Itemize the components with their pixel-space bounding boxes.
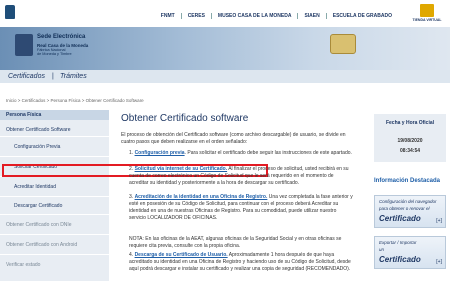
sidebar-head: Persona Física: [0, 110, 109, 120]
intro-text: El proceso de obtención del Certificado …: [121, 132, 346, 145]
step-1-text: . Para solicitar el certificado debe seg…: [184, 150, 352, 156]
card1-line3: Certificado: [379, 214, 421, 223]
smartcard-chip-icon: [330, 34, 356, 54]
step-1-link[interactable]: Configuración previa: [135, 150, 185, 156]
nav-fnmt[interactable]: FNMT: [155, 13, 182, 19]
divider: [0, 214, 109, 215]
step-1: 1. Configuración previa. Para solicitar …: [121, 150, 353, 157]
divider: [0, 136, 109, 137]
export-import-card[interactable]: Exportar / Importar un Certificado [+]: [374, 236, 446, 269]
step-4: 4. Descarga de su Certificado de Usuario…: [121, 252, 353, 273]
top-bar: FNMT CERES MUSEO CASA DE LA MONEDA SIAEN…: [0, 0, 450, 27]
sidebar-item-acreditar[interactable]: Acreditar Identidad: [0, 184, 109, 190]
card2-line3: Certificado: [379, 255, 421, 264]
page-title: Obtener Certificado software: [121, 113, 249, 124]
date-label: Fecha y Hora Oficial: [385, 120, 435, 126]
nav-ceres[interactable]: CERES: [182, 13, 212, 19]
divider: [0, 156, 109, 157]
nav-museo[interactable]: MUSEO CASA DE LA MONEDA: [212, 13, 299, 19]
expand-icon: [+]: [436, 259, 442, 265]
divider: [0, 254, 109, 255]
step-3-link[interactable]: Acreditación de la identidad en una Ofic…: [135, 194, 268, 200]
time-value: 08:34:54: [399, 148, 420, 154]
step-2-link[interactable]: Solicitud vía internet de su Certificado…: [135, 166, 228, 172]
sidebar: Persona Física Obtener Certificado Softw…: [0, 110, 109, 281]
brand-title: Sede Electrónica: [37, 34, 86, 40]
menu-separator: |: [52, 73, 54, 80]
card2-line2: un: [379, 247, 385, 252]
sidebar-item-dnie[interactable]: Obtener Certificado con DNIe: [0, 222, 109, 228]
crown-logo-icon[interactable]: [5, 5, 15, 19]
menu-tramites[interactable]: Trámites: [60, 73, 87, 80]
breadcrumb[interactable]: Inicio > Certificados > Persona Física >…: [6, 98, 144, 103]
tienda-label: TIENDA VIRTUAL: [412, 18, 442, 22]
card1-line1: Configuración del navegador: [379, 199, 437, 204]
card2-line1: Exportar / Importar: [379, 240, 417, 245]
destacada-title: Información Destacada: [374, 178, 441, 184]
main-menu: Certificados | Trámites: [0, 70, 450, 83]
top-nav: FNMT CERES MUSEO CASA DE LA MONEDA SIAEN…: [155, 13, 398, 19]
step-2: 2. Solicitud vía internet de su Certific…: [121, 166, 353, 187]
divider: [0, 234, 109, 235]
expand-icon: [+]: [436, 218, 442, 224]
note-text: NOTA: En las oficinas de la AEAT, alguna…: [129, 236, 342, 249]
card1-line2: para obtener o renovar el: [379, 206, 430, 211]
sidebar-item-obtener-software[interactable]: Obtener Certificado Software: [0, 127, 109, 133]
tienda-virtual-link[interactable]: TIENDA VIRTUAL: [410, 4, 444, 22]
brand-line3: de Moneda y Timbre: [37, 52, 72, 56]
step-3: 3. Acreditación de la identidad en una O…: [121, 194, 353, 222]
nav-siaen[interactable]: SIAEN: [298, 13, 327, 19]
sidebar-item-descargar[interactable]: Descargar Certificado: [0, 203, 109, 209]
browser-config-card[interactable]: Configuración del navegador para obtener…: [374, 195, 446, 228]
shopping-bag-icon: [420, 4, 434, 17]
sidebar-item-verificar[interactable]: Verificar estado: [0, 262, 109, 268]
date-value: 19/08/2020: [397, 138, 423, 144]
menu-certificados[interactable]: Certificados: [8, 73, 45, 80]
nav-escuela[interactable]: ESCUELA DE GRABADO: [327, 13, 398, 19]
sidebar-item-android[interactable]: Obtener Certificado con Android: [0, 242, 109, 248]
coat-of-arms-icon: [15, 34, 33, 56]
divider: [0, 196, 109, 197]
sidebar-item-configuracion[interactable]: Configuración Previa: [0, 144, 109, 150]
step-4-link[interactable]: Descarga de su Certificado de Usuario.: [135, 252, 228, 258]
official-time-box: Fecha y Hora Oficial 19/08/2020 08:34:54: [374, 114, 446, 162]
